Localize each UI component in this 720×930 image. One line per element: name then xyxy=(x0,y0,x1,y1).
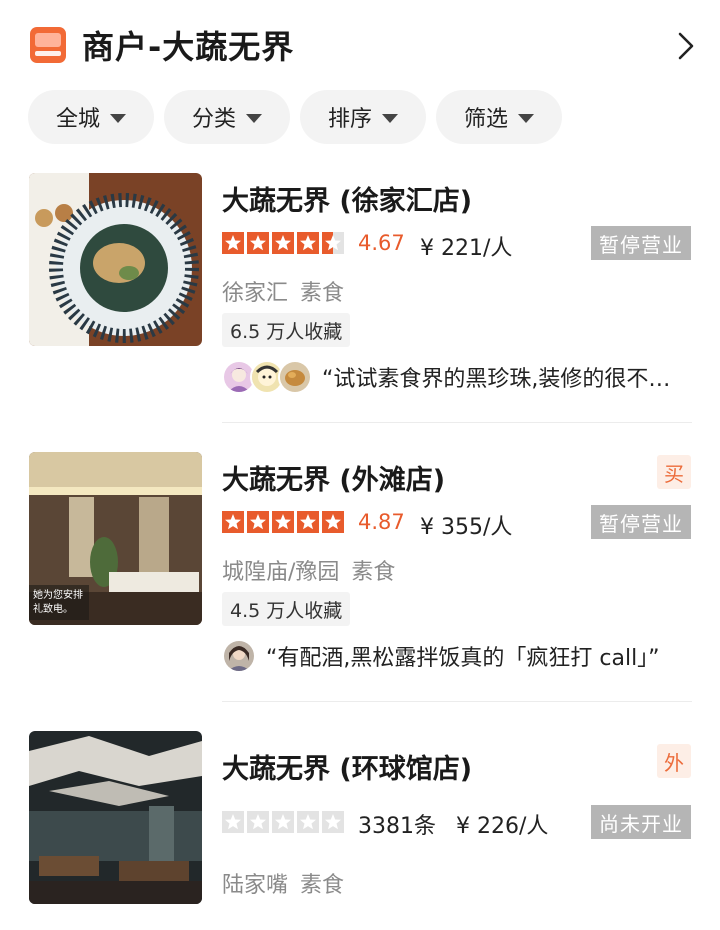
chevron-right-icon[interactable] xyxy=(672,30,700,62)
star-empty-icon xyxy=(322,811,344,833)
favorites-tag: 6.5 万人收藏 xyxy=(222,313,351,347)
shop-card-xujiahui[interactable]: 大蔬无界 (徐家汇店) 4.67 ¥ 221/人 暂停营业 徐家汇 素食 6.5 … xyxy=(0,173,720,423)
shop-name[interactable]: 大蔬无界 (徐家汇店) xyxy=(222,179,472,218)
filter-bar: 全城 分类 排序 筛选 xyxy=(28,90,708,144)
header: 商户-大蔬无界 xyxy=(0,0,720,90)
buy-badge: 买 xyxy=(657,455,691,489)
shop-photo xyxy=(29,173,202,346)
filter-screen[interactable]: 筛选 xyxy=(436,90,562,144)
shop-photo: 她为您安排 礼致电。 xyxy=(29,452,202,625)
shop-name[interactable]: 大蔬无界 (环球馆店) xyxy=(222,747,472,786)
status-badge: 暂停营业 xyxy=(591,505,691,539)
avatar xyxy=(222,639,256,673)
shop-photo xyxy=(29,731,202,904)
shop-card-bund[interactable]: 她为您安排 礼致电。 大蔬无界 (外滩店) 买 4.87 ¥ 355/人 暂停营… xyxy=(0,452,720,702)
dropdown-arrow-icon xyxy=(518,113,534,123)
star-icon xyxy=(272,232,294,254)
star-icon xyxy=(247,511,269,533)
shop-area: 徐家汇 xyxy=(222,281,289,306)
star-icon xyxy=(297,511,319,533)
shop-category: 素食 xyxy=(351,560,396,585)
avg-price: ¥ 355/人 xyxy=(420,515,513,540)
shop-area: 城隍庙/豫园 xyxy=(222,560,340,585)
star-icon xyxy=(272,511,294,533)
page-title: 商户-大蔬无界 xyxy=(82,28,295,66)
star-icon xyxy=(222,232,244,254)
status-badge: 尚未开业 xyxy=(591,805,691,839)
avg-price: ¥ 226/人 xyxy=(456,814,549,839)
shop-meta: 徐家汇 素食 xyxy=(222,275,344,307)
filter-label: 分类 xyxy=(191,107,236,132)
shop-category: 素食 xyxy=(300,873,345,898)
star-icon xyxy=(222,511,244,533)
favorites-tag: 4.5 万人收藏 xyxy=(222,592,351,626)
avg-price: ¥ 221/人 xyxy=(420,236,513,261)
star-icon xyxy=(247,232,269,254)
filter-label: 排序 xyxy=(327,107,372,132)
shop-meta: 陆家嘴 素食 xyxy=(222,867,344,899)
star-rating xyxy=(222,511,344,533)
review-snippet[interactable]: “有配酒,黑松露拌饭真的「疯狂打 call」” xyxy=(222,639,697,673)
filter-sort[interactable]: 排序 xyxy=(300,90,426,144)
shop-card-global-harbor[interactable]: 大蔬无界 (环球馆店) 外 3381条 ¥ 226/人 尚未开业 陆家嘴 素食 xyxy=(0,731,720,930)
filter-category[interactable]: 分类 xyxy=(164,90,290,144)
svg-text:她为您安排: 她为您安排 xyxy=(33,588,83,601)
star-icon xyxy=(322,511,344,533)
shop-meta: 城隍庙/豫园 素食 xyxy=(222,554,395,586)
filter-label: 筛选 xyxy=(463,107,508,132)
star-icon xyxy=(297,232,319,254)
star-half-icon xyxy=(322,232,344,254)
review-text: “试试素食界的黑珍珠,装修的很不… xyxy=(322,367,671,392)
dropdown-arrow-icon xyxy=(382,113,398,123)
status-badge: 暂停营业 xyxy=(591,226,691,260)
svg-text:礼致电。: 礼致电。 xyxy=(33,602,73,615)
review-text: “有配酒,黑松露拌饭真的「疯狂打 call」” xyxy=(266,646,660,671)
star-rating xyxy=(222,232,344,254)
review-count: 3381条 xyxy=(358,814,436,839)
dropdown-arrow-icon xyxy=(246,113,262,123)
star-empty-icon xyxy=(297,811,319,833)
takeout-badge: 外 xyxy=(657,744,691,778)
review-snippet[interactable]: “试试素食界的黑珍珠,装修的很不… xyxy=(222,360,697,394)
shop-category: 素食 xyxy=(300,281,345,306)
divider xyxy=(222,701,692,702)
dropdown-arrow-icon xyxy=(110,113,126,123)
rating-score: 4.67 xyxy=(358,231,405,255)
filter-label: 全城 xyxy=(55,107,100,132)
star-empty-icon xyxy=(272,811,294,833)
star-empty-icon xyxy=(247,811,269,833)
star-empty-icon xyxy=(222,811,244,833)
star-rating xyxy=(222,811,344,833)
avatar xyxy=(278,360,312,394)
rating-score: 4.87 xyxy=(358,510,405,534)
shop-area: 陆家嘴 xyxy=(222,873,289,898)
shop-name[interactable]: 大蔬无界 (外滩店) xyxy=(222,458,445,497)
filter-city[interactable]: 全城 xyxy=(28,90,154,144)
divider xyxy=(222,422,692,423)
merchant-logo-icon xyxy=(30,27,66,63)
